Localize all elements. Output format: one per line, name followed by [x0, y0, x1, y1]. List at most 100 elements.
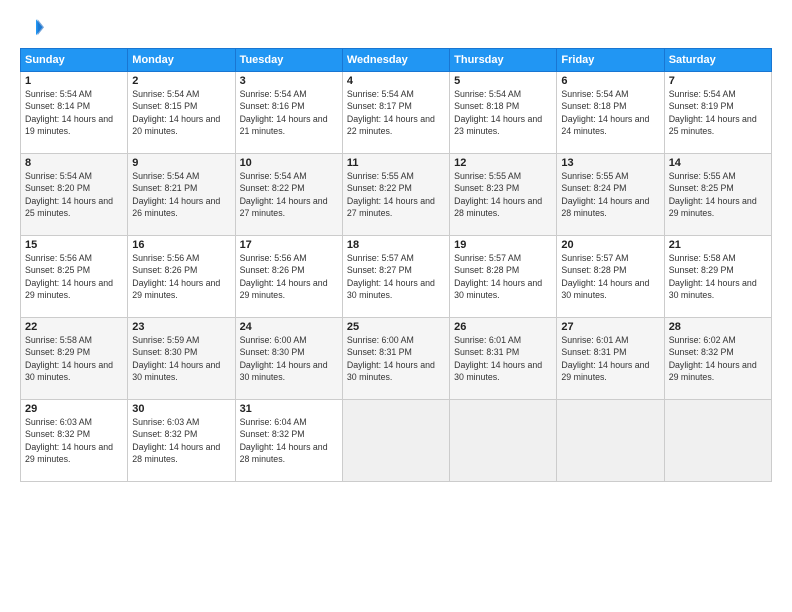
calendar-cell	[664, 400, 771, 482]
daylight-label: Daylight: 14 hours and 29 minutes.	[25, 442, 113, 464]
calendar-cell: 30 Sunrise: 6:03 AM Sunset: 8:32 PM Dayl…	[128, 400, 235, 482]
daylight-label: Daylight: 14 hours and 29 minutes.	[669, 196, 757, 218]
day-number: 2	[132, 75, 230, 87]
day-info: Sunrise: 6:03 AM Sunset: 8:32 PM Dayligh…	[25, 416, 123, 465]
calendar-cell	[450, 400, 557, 482]
sunrise-label: Sunrise: 5:57 AM	[347, 253, 414, 263]
calendar-header-monday: Monday	[128, 49, 235, 72]
day-number: 31	[240, 403, 338, 415]
daylight-label: Daylight: 14 hours and 30 minutes.	[25, 360, 113, 382]
daylight-label: Daylight: 14 hours and 25 minutes.	[669, 114, 757, 136]
calendar-cell: 6 Sunrise: 5:54 AM Sunset: 8:18 PM Dayli…	[557, 72, 664, 154]
daylight-label: Daylight: 14 hours and 30 minutes.	[347, 360, 435, 382]
day-number: 11	[347, 157, 445, 169]
sunset-label: Sunset: 8:22 PM	[240, 183, 305, 193]
calendar-cell: 20 Sunrise: 5:57 AM Sunset: 8:28 PM Dayl…	[557, 236, 664, 318]
sunset-label: Sunset: 8:20 PM	[25, 183, 90, 193]
sunset-label: Sunset: 8:26 PM	[240, 265, 305, 275]
day-info: Sunrise: 5:54 AM Sunset: 8:22 PM Dayligh…	[240, 170, 338, 219]
sunset-label: Sunset: 8:18 PM	[454, 101, 519, 111]
calendar-header-tuesday: Tuesday	[235, 49, 342, 72]
day-number: 22	[25, 321, 123, 333]
sunrise-label: Sunrise: 5:54 AM	[240, 89, 307, 99]
calendar-week-3: 15 Sunrise: 5:56 AM Sunset: 8:25 PM Dayl…	[21, 236, 772, 318]
sunrise-label: Sunrise: 5:58 AM	[25, 335, 92, 345]
day-info: Sunrise: 5:56 AM Sunset: 8:26 PM Dayligh…	[240, 252, 338, 301]
daylight-label: Daylight: 14 hours and 28 minutes.	[132, 442, 220, 464]
sunset-label: Sunset: 8:28 PM	[561, 265, 626, 275]
daylight-label: Daylight: 14 hours and 21 minutes.	[240, 114, 328, 136]
day-info: Sunrise: 5:54 AM Sunset: 8:14 PM Dayligh…	[25, 88, 123, 137]
daylight-label: Daylight: 14 hours and 22 minutes.	[347, 114, 435, 136]
day-number: 23	[132, 321, 230, 333]
calendar-cell: 18 Sunrise: 5:57 AM Sunset: 8:27 PM Dayl…	[342, 236, 449, 318]
daylight-label: Daylight: 14 hours and 30 minutes.	[454, 360, 542, 382]
calendar-cell	[342, 400, 449, 482]
sunset-label: Sunset: 8:14 PM	[25, 101, 90, 111]
daylight-label: Daylight: 14 hours and 30 minutes.	[347, 278, 435, 300]
day-number: 30	[132, 403, 230, 415]
sunset-label: Sunset: 8:25 PM	[669, 183, 734, 193]
sunrise-label: Sunrise: 6:02 AM	[669, 335, 736, 345]
sunset-label: Sunset: 8:21 PM	[132, 183, 197, 193]
calendar-cell: 14 Sunrise: 5:55 AM Sunset: 8:25 PM Dayl…	[664, 154, 771, 236]
sunrise-label: Sunrise: 5:57 AM	[561, 253, 628, 263]
day-info: Sunrise: 6:02 AM Sunset: 8:32 PM Dayligh…	[669, 334, 767, 383]
calendar-header-friday: Friday	[557, 49, 664, 72]
day-info: Sunrise: 5:54 AM Sunset: 8:21 PM Dayligh…	[132, 170, 230, 219]
daylight-label: Daylight: 14 hours and 28 minutes.	[561, 196, 649, 218]
day-number: 14	[669, 157, 767, 169]
calendar-cell: 21 Sunrise: 5:58 AM Sunset: 8:29 PM Dayl…	[664, 236, 771, 318]
daylight-label: Daylight: 14 hours and 24 minutes.	[561, 114, 649, 136]
day-number: 28	[669, 321, 767, 333]
sunset-label: Sunset: 8:22 PM	[347, 183, 412, 193]
sunrise-label: Sunrise: 5:58 AM	[669, 253, 736, 263]
calendar-cell: 4 Sunrise: 5:54 AM Sunset: 8:17 PM Dayli…	[342, 72, 449, 154]
sunset-label: Sunset: 8:19 PM	[669, 101, 734, 111]
calendar-cell: 23 Sunrise: 5:59 AM Sunset: 8:30 PM Dayl…	[128, 318, 235, 400]
daylight-label: Daylight: 14 hours and 20 minutes.	[132, 114, 220, 136]
daylight-label: Daylight: 14 hours and 29 minutes.	[561, 360, 649, 382]
calendar-cell: 27 Sunrise: 6:01 AM Sunset: 8:31 PM Dayl…	[557, 318, 664, 400]
calendar-cell	[557, 400, 664, 482]
calendar-cell: 31 Sunrise: 6:04 AM Sunset: 8:32 PM Dayl…	[235, 400, 342, 482]
sunrise-label: Sunrise: 5:54 AM	[669, 89, 736, 99]
sunset-label: Sunset: 8:24 PM	[561, 183, 626, 193]
day-number: 3	[240, 75, 338, 87]
sunrise-label: Sunrise: 5:56 AM	[25, 253, 92, 263]
day-info: Sunrise: 6:00 AM Sunset: 8:31 PM Dayligh…	[347, 334, 445, 383]
day-number: 5	[454, 75, 552, 87]
day-info: Sunrise: 5:55 AM Sunset: 8:23 PM Dayligh…	[454, 170, 552, 219]
daylight-label: Daylight: 14 hours and 29 minutes.	[669, 360, 757, 382]
day-number: 12	[454, 157, 552, 169]
day-info: Sunrise: 6:00 AM Sunset: 8:30 PM Dayligh…	[240, 334, 338, 383]
sunrise-label: Sunrise: 6:00 AM	[240, 335, 307, 345]
calendar-week-1: 1 Sunrise: 5:54 AM Sunset: 8:14 PM Dayli…	[21, 72, 772, 154]
day-number: 17	[240, 239, 338, 251]
calendar-cell: 11 Sunrise: 5:55 AM Sunset: 8:22 PM Dayl…	[342, 154, 449, 236]
sunset-label: Sunset: 8:31 PM	[454, 347, 519, 357]
sunrise-label: Sunrise: 6:01 AM	[454, 335, 521, 345]
daylight-label: Daylight: 14 hours and 27 minutes.	[347, 196, 435, 218]
calendar-cell: 1 Sunrise: 5:54 AM Sunset: 8:14 PM Dayli…	[21, 72, 128, 154]
sunrise-label: Sunrise: 6:03 AM	[132, 417, 199, 427]
calendar-header-wednesday: Wednesday	[342, 49, 449, 72]
day-info: Sunrise: 5:56 AM Sunset: 8:26 PM Dayligh…	[132, 252, 230, 301]
day-number: 25	[347, 321, 445, 333]
day-info: Sunrise: 5:54 AM Sunset: 8:17 PM Dayligh…	[347, 88, 445, 137]
sunrise-label: Sunrise: 5:56 AM	[132, 253, 199, 263]
day-info: Sunrise: 6:01 AM Sunset: 8:31 PM Dayligh…	[561, 334, 659, 383]
daylight-label: Daylight: 14 hours and 25 minutes.	[25, 196, 113, 218]
sunset-label: Sunset: 8:16 PM	[240, 101, 305, 111]
day-number: 10	[240, 157, 338, 169]
calendar-cell: 16 Sunrise: 5:56 AM Sunset: 8:26 PM Dayl…	[128, 236, 235, 318]
calendar-week-5: 29 Sunrise: 6:03 AM Sunset: 8:32 PM Dayl…	[21, 400, 772, 482]
sunrise-label: Sunrise: 5:55 AM	[561, 171, 628, 181]
day-info: Sunrise: 5:54 AM Sunset: 8:20 PM Dayligh…	[25, 170, 123, 219]
calendar-header-saturday: Saturday	[664, 49, 771, 72]
sunrise-label: Sunrise: 5:55 AM	[454, 171, 521, 181]
calendar-week-4: 22 Sunrise: 5:58 AM Sunset: 8:29 PM Dayl…	[21, 318, 772, 400]
sunset-label: Sunset: 8:29 PM	[25, 347, 90, 357]
day-info: Sunrise: 5:59 AM Sunset: 8:30 PM Dayligh…	[132, 334, 230, 383]
calendar-cell: 17 Sunrise: 5:56 AM Sunset: 8:26 PM Dayl…	[235, 236, 342, 318]
